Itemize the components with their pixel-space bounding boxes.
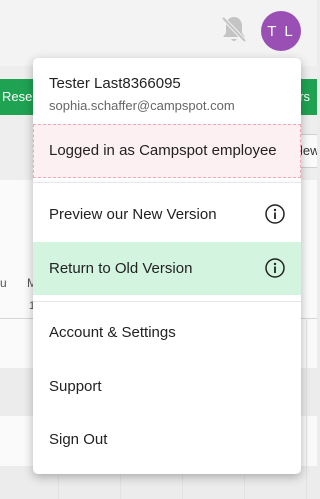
sign-out-item[interactable]: Sign Out	[33, 413, 301, 466]
return-old-version-item[interactable]: Return to Old Version	[33, 242, 301, 295]
menu-divider	[33, 301, 301, 302]
menu-item-label: Preview our New Version	[49, 206, 217, 223]
user-email: sophia.schaffer@campspot.com	[49, 98, 235, 113]
view-select[interactable]: lew	[299, 134, 317, 168]
employee-notice: Logged in as Campspot employee	[33, 124, 301, 178]
user-name: Tester Last8366095	[49, 75, 181, 92]
top-bar: T L	[0, 0, 317, 66]
support-item[interactable]: Support	[33, 360, 301, 413]
bell-off-icon[interactable]	[220, 14, 248, 44]
info-icon[interactable]	[265, 204, 285, 224]
grid-line	[306, 318, 307, 499]
column-header: u	[0, 276, 7, 290]
menu-divider	[33, 182, 301, 183]
app-root: T L Reser ers lew u M 1 Tester Last83660…	[0, 0, 317, 499]
preview-new-version-item[interactable]: Preview our New Version	[33, 188, 301, 241]
user-avatar-button[interactable]: T L	[261, 11, 301, 51]
user-menu-dropdown: Tester Last8366095 sophia.schaffer@camps…	[33, 58, 301, 474]
menu-item-label: Return to Old Version	[49, 260, 193, 277]
info-icon[interactable]	[265, 258, 285, 278]
account-settings-item[interactable]: Account & Settings	[33, 306, 301, 359]
